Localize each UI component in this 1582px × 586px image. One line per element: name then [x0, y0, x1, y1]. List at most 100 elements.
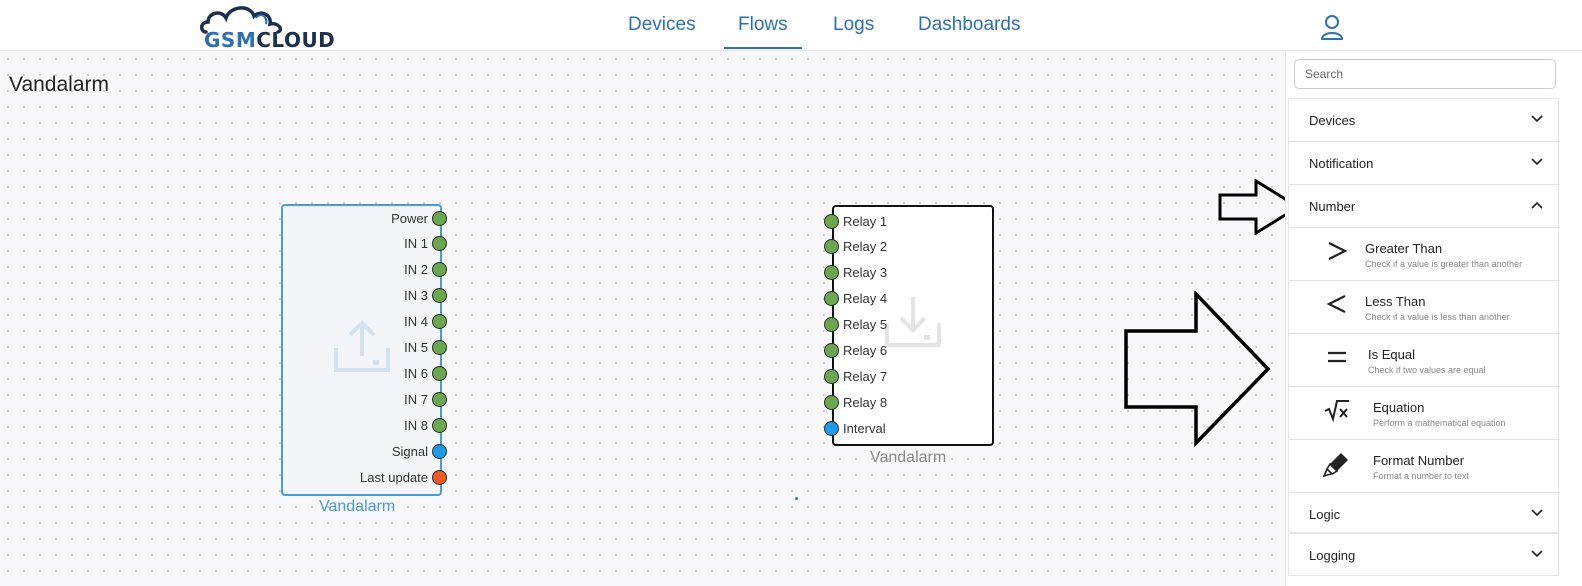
port-connector[interactable] [824, 420, 839, 436]
chevron-up-icon [1531, 201, 1543, 209]
target-node-label: Vandalarm [870, 449, 947, 466]
source-node-label: Vandalarm [319, 498, 396, 515]
chevron-down-icon [1531, 115, 1543, 123]
port-row: Relay 7 [824, 367, 944, 385]
port-label: Relay 5 [843, 317, 888, 333]
port-label: IN 3 [404, 288, 428, 304]
port-row: IN 7 [300, 390, 447, 408]
node-palette-panel: Devices Notification Number Greater Than… [1285, 51, 1582, 586]
logo-text: GSMCLOUD [204, 28, 335, 52]
search-input[interactable] [1294, 59, 1556, 89]
large-arrow-annotation-icon [1124, 291, 1271, 447]
port-connector[interactable] [824, 317, 839, 333]
port-connector[interactable] [824, 368, 839, 384]
port-label: Relay 1 [843, 213, 888, 229]
port-connector[interactable] [824, 343, 839, 358]
palette-item-format-number[interactable]: Format Number Format a number to text [1289, 440, 1560, 493]
section-devices[interactable]: Devices [1289, 99, 1560, 142]
port-connector[interactable] [432, 236, 447, 252]
item-title: Less Than [1365, 294, 1426, 309]
port-connector[interactable] [432, 365, 447, 381]
port-connector[interactable] [432, 314, 447, 330]
port-connector[interactable] [432, 210, 447, 226]
section-notification[interactable]: Notification [1289, 142, 1560, 185]
flow-title: Vandalarm [9, 73, 109, 96]
item-title: Is Equal [1368, 347, 1415, 362]
port-connector[interactable] [432, 340, 447, 355]
palette-accordion: Devices Notification Number Greater Than… [1288, 98, 1560, 536]
chevron-down-icon [1531, 158, 1543, 166]
port-label: IN 1 [404, 236, 428, 252]
section-devices-label: Devices [1309, 113, 1356, 128]
canvas-dot [795, 497, 798, 500]
palette-item-equation[interactable]: Equation Perform a mathematical equation [1289, 387, 1560, 440]
port-label: Power [391, 210, 428, 226]
item-description: Check if a value is less than another [1365, 312, 1510, 322]
port-row: Relay 8 [824, 393, 944, 411]
section-number[interactable]: Number [1289, 185, 1560, 228]
port-row: IN 6 [300, 364, 447, 382]
port-row: Relay 4 [824, 290, 944, 308]
palette-accordion-bottom: Logging [1288, 533, 1559, 576]
port-connector[interactable] [824, 265, 839, 281]
port-label: Relay 7 [843, 368, 888, 384]
gsmcloud-logo[interactable]: GSMCLOUD [198, 4, 348, 52]
section-logging-label: Logging [1309, 548, 1356, 563]
item-description: Check if a value is greater than another [1365, 259, 1523, 269]
flow-canvas[interactable]: Vandalarm Power IN 1 IN 2 IN 3 IN 4 IN 5 IN 6 I… [0, 51, 1300, 586]
top-header: GSMCLOUD Devices Flows Logs Dashboards [0, 0, 1582, 52]
port-label: IN 5 [404, 340, 428, 355]
port-row: IN 8 [300, 416, 447, 434]
nav-logs[interactable]: Logs [833, 14, 874, 36]
port-connector[interactable] [824, 394, 839, 410]
section-logic-label: Logic [1309, 507, 1341, 522]
port-label: Relay 2 [843, 239, 888, 255]
port-connector[interactable] [432, 443, 447, 459]
port-label: Relay 8 [843, 394, 888, 410]
port-row: IN 2 [300, 261, 447, 279]
port-row: Relay 2 [824, 238, 944, 256]
nav-flows[interactable]: Flows [724, 14, 802, 49]
port-connector[interactable] [432, 417, 447, 433]
port-label: IN 7 [404, 391, 428, 407]
port-connector[interactable] [432, 288, 447, 304]
item-description: Perform a mathematical equation [1373, 418, 1506, 428]
item-title: Greater Than [1365, 241, 1443, 256]
port-connector[interactable] [432, 469, 447, 485]
nav-dashboards[interactable]: Dashboards [918, 14, 1020, 36]
nav-devices[interactable]: Devices [628, 14, 696, 36]
item-title: Equation [1373, 400, 1425, 415]
chevron-down-icon [1531, 550, 1543, 558]
port-label: Relay 6 [843, 343, 888, 358]
user-icon[interactable] [1320, 14, 1344, 40]
port-label: Signal [391, 443, 428, 459]
port-row: IN 5 [300, 339, 447, 357]
palette-item-less-than[interactable]: Less Than Check if a value is less than … [1289, 281, 1560, 334]
item-title: Format Number [1373, 453, 1465, 468]
port-row: Last update [300, 468, 447, 486]
greater-than-icon [1328, 242, 1348, 260]
equals-icon [1328, 351, 1346, 363]
section-logic[interactable]: Logic [1289, 493, 1560, 536]
port-label: IN 2 [404, 262, 428, 278]
marker-icon [1323, 453, 1348, 478]
section-notification-label: Notification [1309, 156, 1374, 171]
port-label: Interval [843, 420, 886, 436]
port-row: IN 3 [300, 287, 447, 305]
port-label: Relay 3 [843, 265, 888, 281]
port-connector[interactable] [824, 213, 839, 229]
port-row: Relay 6 [824, 342, 944, 360]
port-label: IN 8 [404, 417, 428, 433]
port-connector[interactable] [824, 239, 839, 255]
palette-item-greater-than[interactable]: Greater Than Check if a value is greater… [1289, 228, 1560, 281]
section-logging[interactable]: Logging [1289, 534, 1560, 577]
palette-item-is-equal[interactable]: Is Equal Check if two values are equal [1289, 334, 1560, 387]
port-row: Relay 5 [824, 316, 944, 334]
port-label: IN 4 [404, 314, 428, 330]
port-row: IN 4 [300, 313, 447, 331]
square-root-icon [1324, 400, 1349, 423]
port-connector[interactable] [432, 391, 447, 407]
section-number-label: Number [1309, 199, 1356, 214]
port-connector[interactable] [824, 291, 839, 307]
port-connector[interactable] [432, 262, 447, 278]
